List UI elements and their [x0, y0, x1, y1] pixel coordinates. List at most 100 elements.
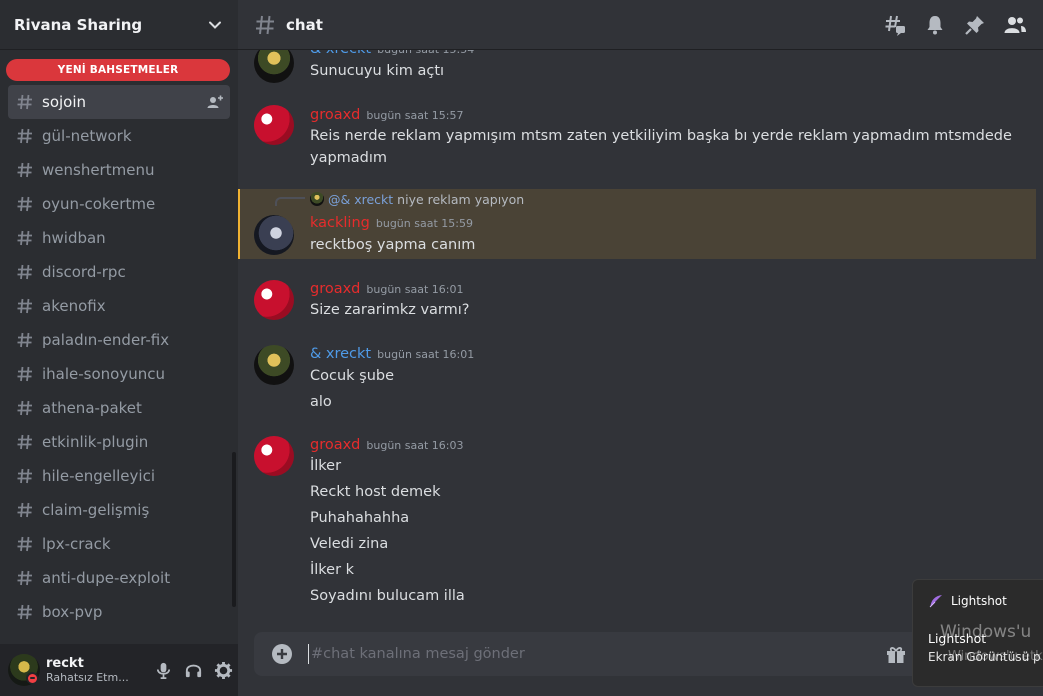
channel-label: etkinlik-plugin	[42, 433, 149, 451]
microphone-icon	[156, 662, 170, 679]
hash-icon	[17, 468, 32, 484]
avatar[interactable]	[254, 345, 294, 385]
sidebar-item-claim-gelismis[interactable]: claim-gelişmiş	[8, 493, 230, 527]
avatar[interactable]	[254, 215, 294, 255]
message-text: Reis nerde reklam yapmışım mtsm zaten ye…	[310, 128, 1012, 144]
sidebar-item-hile-engelleyici[interactable]: hile-engelleyici	[8, 459, 230, 493]
message-text: Soyadını bulucam illa	[310, 588, 465, 604]
message-timestamp: bugün saat 16:03	[366, 439, 464, 452]
hash-icon	[256, 15, 274, 34]
hash-icon	[17, 162, 32, 178]
message-text: Sunucuyu kim açtı	[310, 63, 445, 79]
pin-icon[interactable]	[963, 13, 987, 37]
sidebar-item-etkinlik-plugin[interactable]: etkinlik-plugin	[8, 425, 230, 459]
avatar	[310, 192, 324, 206]
sidebar-item-oyun-cokertme[interactable]: oyun-cokertme	[8, 187, 230, 221]
channel-label: paladın-ender-fix	[42, 331, 170, 349]
message-text: alo	[310, 394, 332, 410]
reply-text: niye reklam yapıyon	[397, 192, 525, 207]
message-timestamp: bugün saat 16:01	[377, 348, 475, 361]
sidebar-item-athena-paket[interactable]: athena-paket	[8, 391, 230, 425]
gift-icon[interactable]	[884, 642, 908, 666]
message-text: Size zararimkz varmı?	[310, 302, 470, 318]
sidebar-scrollbar[interactable]	[232, 452, 236, 607]
message-text: recktboş yapma canım	[310, 237, 476, 253]
sidebar-item-ihale-sonoyuncu[interactable]: ihale-sonoyuncu	[8, 357, 230, 391]
feather-icon	[929, 595, 942, 608]
channel-label: lpx-crack	[42, 535, 111, 553]
windows-activation-watermark: Windows'u	[940, 622, 1032, 642]
server-header[interactable]: Rivana Sharing	[0, 0, 238, 50]
message-timestamp: bugün saat 15:59	[375, 217, 473, 230]
reply-preview[interactable]: @& xreckt niye reklam yapıyon	[310, 192, 524, 207]
message-author[interactable]: kackling bugün saat 15:59	[310, 215, 473, 231]
avatar[interactable]	[254, 105, 294, 145]
channel-label: hile-engelleyici	[42, 467, 155, 485]
toast-header: Lightshot	[929, 594, 1007, 608]
hash-icon	[17, 128, 32, 144]
message-author[interactable]: groaxd bugün saat 15:57	[310, 107, 464, 123]
author-name[interactable]: groaxd	[310, 107, 360, 123]
message-author[interactable]: groaxd bugün saat 16:03	[310, 437, 464, 453]
channel-list: sojoin gül-network wenshertmenu oyun-cok…	[0, 85, 238, 629]
sidebar-item-sojoin[interactable]: sojoin	[8, 85, 230, 119]
user-settings-button[interactable]	[208, 655, 238, 685]
hash-icon	[17, 298, 32, 314]
bell-icon[interactable]	[923, 13, 947, 37]
channel-sidebar: Rivana Sharing YENİ BAHSETMELER sojoin g…	[0, 0, 238, 696]
author-name[interactable]: groaxd	[310, 281, 360, 297]
sidebar-item-hwidban[interactable]: hwidban	[8, 221, 230, 255]
hash-icon	[17, 604, 32, 620]
channel-label: oyun-cokertme	[42, 195, 156, 213]
message-text: Puhahahahha	[310, 510, 410, 526]
sidebar-item-lpx-crack[interactable]: lpx-crack	[8, 527, 230, 561]
hash-icon	[17, 434, 32, 450]
new-mentions-banner[interactable]: YENİ BAHSETMELER	[6, 59, 230, 81]
channel-label: athena-paket	[42, 399, 142, 417]
sidebar-item-discord-rpc[interactable]: discord-rpc	[8, 255, 230, 289]
deafen-button[interactable]	[178, 655, 208, 685]
hash-icon	[17, 196, 32, 212]
channel-label: discord-rpc	[42, 263, 126, 281]
message-text: İlker	[310, 458, 342, 474]
mute-button[interactable]	[148, 655, 178, 685]
user-status: Rahatsız Etm...	[46, 671, 129, 685]
avatar[interactable]	[254, 280, 294, 320]
user-info[interactable]: reckt Rahatsız Etm...	[46, 656, 148, 685]
channel-label: anti-dupe-exploit	[42, 569, 171, 587]
reply-mention[interactable]: @& xreckt	[328, 192, 393, 207]
sidebar-item-wenshertmenu[interactable]: wenshertmenu	[8, 153, 230, 187]
channel-label: box-pvp	[42, 603, 103, 621]
author-name[interactable]: kackling	[310, 215, 370, 231]
message-list: & xrecktbugün saat 15:54 Sunucuyu kim aç…	[238, 35, 1043, 625]
channel-label: ihale-sonoyuncu	[42, 365, 165, 383]
toast-app-name: Lightshot	[951, 594, 1007, 608]
sidebar-item-akenofix[interactable]: akenofix	[8, 289, 230, 323]
sidebar-item-anti-dupe-exploit[interactable]: anti-dupe-exploit	[8, 561, 230, 595]
hash-icon	[17, 332, 32, 348]
channel-label: hwidban	[42, 229, 106, 247]
server-name: Rivana Sharing	[14, 15, 143, 34]
sidebar-item-paladin-ender-fix[interactable]: paladın-ender-fix	[8, 323, 230, 357]
avatar[interactable]	[254, 436, 294, 476]
sidebar-item-gul-network[interactable]: gül-network	[8, 119, 230, 153]
dnd-status-icon	[26, 672, 38, 684]
message-author[interactable]: groaxd bugün saat 16:01	[310, 281, 464, 297]
author-name[interactable]: & xreckt	[310, 346, 371, 362]
hash-icon	[17, 502, 32, 518]
channel-label: gül-network	[42, 127, 132, 145]
threads-icon[interactable]	[883, 13, 907, 37]
sidebar-item-box-pvp[interactable]: box-pvp	[8, 595, 230, 629]
channel-label: wenshertmenu	[42, 161, 155, 179]
author-name[interactable]: groaxd	[310, 437, 360, 453]
message-timestamp: bugün saat 15:57	[366, 109, 464, 122]
header-toolbar	[883, 0, 1043, 50]
message-timestamp: bugün saat 16:01	[366, 283, 464, 296]
user-name: reckt	[46, 655, 84, 671]
chevron-down-icon[interactable]	[208, 18, 222, 32]
hash-icon	[17, 264, 32, 280]
message-author[interactable]: & xreckt bugün saat 16:01	[310, 346, 474, 362]
member-list-icon[interactable]	[1003, 13, 1027, 37]
add-member-icon[interactable]	[206, 93, 224, 111]
add-attachment-icon[interactable]	[270, 642, 294, 666]
